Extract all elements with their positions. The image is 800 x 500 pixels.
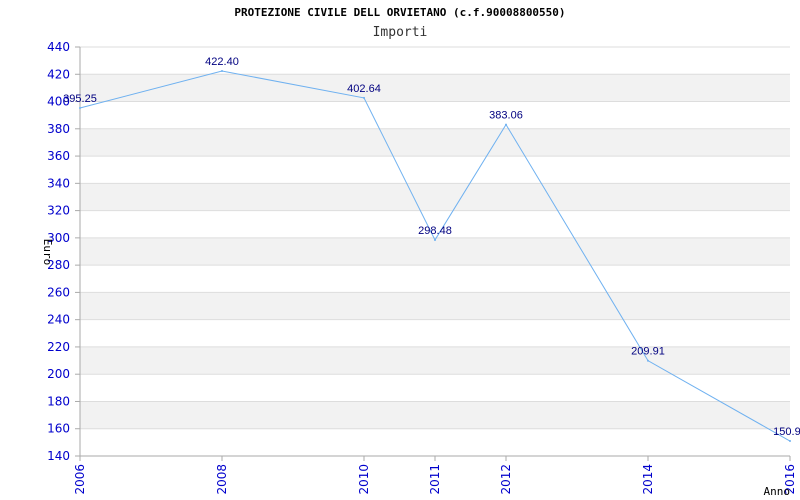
data-label: 383.06 — [489, 110, 523, 122]
x-tick-label: 2008 — [215, 464, 229, 495]
background-band — [80, 346, 790, 375]
x-axis-label: Anno — [764, 485, 791, 498]
data-label: 395.25 — [63, 93, 97, 105]
background-band — [80, 128, 790, 157]
data-point — [363, 96, 365, 99]
y-tick-label: 140 — [47, 449, 70, 463]
y-tick-label: 340 — [47, 176, 70, 190]
y-axis-label: Euro — [41, 239, 54, 266]
background-bands — [80, 74, 790, 429]
data-label: 150.98 — [773, 426, 800, 438]
y-tick-label: 260 — [47, 285, 70, 299]
y-tick-label: 360 — [47, 149, 70, 163]
background-band — [80, 183, 790, 211]
x-tick-label: 2006 — [73, 464, 87, 495]
background-band — [80, 292, 790, 320]
y-tick-label: 440 — [47, 40, 70, 54]
background-band — [80, 401, 790, 429]
y-tick-label: 220 — [47, 340, 70, 354]
line-chart: 1401601802002202402602803003203403603804… — [41, 40, 800, 498]
y-tick-label: 380 — [47, 122, 70, 136]
y-tick-label: 320 — [47, 204, 70, 218]
data-label: 298.48 — [418, 225, 452, 237]
x-tick-labels: 2006 2008 2010 2011 2012 2014 2016 — [73, 464, 797, 495]
data-label: 422.40 — [205, 56, 239, 68]
y-tick-label: 200 — [47, 367, 70, 381]
data-point — [79, 107, 81, 110]
data-point — [221, 69, 223, 72]
data-point — [505, 123, 507, 126]
data-point — [789, 440, 791, 443]
data-label: 402.64 — [347, 83, 381, 95]
x-tick-label: 2010 — [357, 464, 371, 495]
background-band — [80, 237, 790, 266]
y-tick-label: 240 — [47, 313, 70, 327]
y-tick-label: 180 — [47, 394, 70, 408]
data-label: 209.91 — [631, 346, 665, 358]
x-tick-label: 2012 — [499, 464, 513, 495]
data-point — [647, 359, 649, 362]
data-point — [434, 238, 436, 241]
y-tick-label: 160 — [47, 422, 70, 436]
background-band — [80, 74, 790, 102]
x-tick-label: 2014 — [641, 464, 655, 495]
x-tick-label: 2011 — [428, 464, 442, 495]
y-tick-label: 420 — [47, 67, 70, 81]
